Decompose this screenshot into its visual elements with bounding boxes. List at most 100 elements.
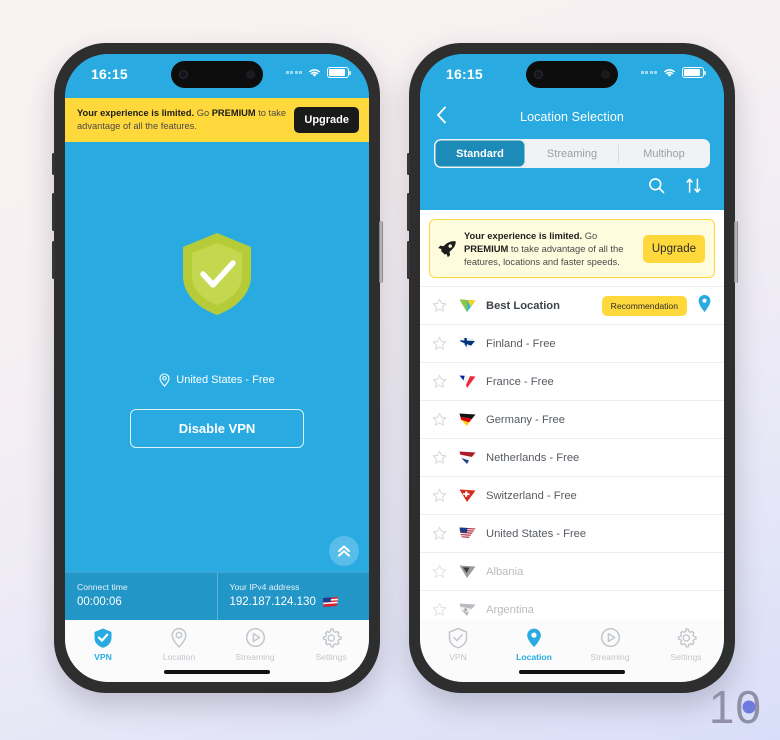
list-item[interactable]: Switzerland - Free xyxy=(420,476,724,514)
tab-location-label-right: Location xyxy=(516,651,552,662)
sort-button[interactable] xyxy=(685,177,702,199)
us-flag-icon xyxy=(458,526,486,542)
list-item[interactable]: United States - Free xyxy=(420,514,724,552)
signal-icon xyxy=(640,71,657,74)
tab-multihop[interactable]: Multihop xyxy=(618,139,710,168)
phone-left: 16:15 Your experience is limited. Go PRE… xyxy=(52,43,383,693)
favorite-star-icon[interactable] xyxy=(432,298,458,313)
signal-icon xyxy=(285,71,302,74)
front-camera-icon xyxy=(534,70,543,79)
list-item[interactable]: Best Location Recommendation xyxy=(420,286,724,324)
tab-standard[interactable]: Standard xyxy=(434,139,526,168)
list-item-label: Argentina xyxy=(486,603,534,616)
back-button[interactable] xyxy=(436,106,447,129)
status-time: 16:15 xyxy=(446,66,483,82)
tab-location-right[interactable]: Location xyxy=(496,627,572,662)
tabbar-left: VPN Location Streaming Settings xyxy=(65,619,369,664)
netherlands-flag-icon xyxy=(458,450,486,466)
disable-vpn-button[interactable]: Disable VPN xyxy=(130,408,304,448)
list-item[interactable]: Albania xyxy=(420,552,724,590)
finland-flag-icon xyxy=(458,336,486,352)
screen-location-selection: 16:15 Location Selection Standard Stream… xyxy=(420,54,724,682)
watermark: 10 xyxy=(709,684,762,730)
list-item[interactable]: France - Free xyxy=(420,362,724,400)
banner-mid-text: Go xyxy=(194,108,212,119)
tab-settings-right[interactable]: Settings xyxy=(648,627,724,662)
volume-up-button[interactable] xyxy=(407,193,410,231)
status-bar-right: 16:15 xyxy=(420,54,724,98)
tab-vpn-left[interactable]: VPN xyxy=(65,627,141,662)
upgrade-banner-right: Your experience is limited. Go PREMIUM t… xyxy=(429,219,715,279)
shield-icon xyxy=(448,627,468,649)
power-button[interactable] xyxy=(379,221,383,283)
status-icons xyxy=(285,67,351,78)
scroll-up-button[interactable] xyxy=(329,535,359,566)
favorite-star-icon[interactable] xyxy=(432,488,458,503)
screen-vpn: 16:15 Your experience is limited. Go PRE… xyxy=(65,54,369,682)
tab-streaming-label-right: Streaming xyxy=(590,651,630,662)
power-button[interactable] xyxy=(734,221,738,283)
list-item[interactable]: Argentina xyxy=(420,590,724,619)
switzerland-flag-icon xyxy=(458,488,486,504)
ip-address-row: 192.187.124.130 xyxy=(230,596,358,609)
ip-address-label: Your IPv4 address xyxy=(229,581,300,592)
tab-streaming[interactable]: Streaming xyxy=(526,139,618,168)
tab-streaming-left[interactable]: Streaming xyxy=(217,627,293,662)
map-pin-icon xyxy=(527,628,541,647)
battery-icon xyxy=(327,67,351,78)
upgrade-button-left[interactable]: Upgrade xyxy=(294,107,359,133)
volume-down-button[interactable] xyxy=(52,241,55,279)
list-item[interactable]: Finland - Free xyxy=(420,324,724,362)
favorite-star-icon[interactable] xyxy=(432,450,458,465)
best-location-flag-icon xyxy=(458,298,486,314)
favorite-star-icon[interactable] xyxy=(432,336,458,351)
promo-premium-text: PREMIUM xyxy=(464,243,509,255)
dynamic-island xyxy=(526,61,618,88)
tab-settings-label-left: Settings xyxy=(315,651,347,662)
favorite-star-icon[interactable] xyxy=(432,602,458,617)
list-item-label: Albania xyxy=(486,565,524,578)
banner-premium-text: PREMIUM xyxy=(211,108,256,119)
favorite-star-icon[interactable] xyxy=(432,412,458,427)
location-list: Best Location Recommendation Finland - F… xyxy=(420,286,724,619)
silent-switch[interactable] xyxy=(407,153,410,175)
tab-vpn-right[interactable]: VPN xyxy=(420,627,496,662)
battery-icon xyxy=(682,67,706,78)
list-item-label: Germany - Free xyxy=(486,413,565,426)
list-item[interactable]: Netherlands - Free xyxy=(420,438,724,476)
gear-icon xyxy=(322,627,342,647)
upgrade-banner-left: Your experience is limited. Go PREMIUM t… xyxy=(65,98,369,142)
list-item[interactable]: Germany - Free xyxy=(420,400,724,438)
silent-switch[interactable] xyxy=(52,153,55,175)
location-pin-icon[interactable] xyxy=(697,294,712,318)
vpn-center: United States - Free Disable VPN xyxy=(65,142,369,572)
promo-bold-text: Your experience is limited. xyxy=(464,230,583,241)
connect-time-label: Connect time xyxy=(77,581,128,592)
tab-streaming-right[interactable]: Streaming xyxy=(572,627,648,662)
tab-settings-left[interactable]: Settings xyxy=(293,627,369,662)
map-pin-icon xyxy=(159,373,170,387)
home-indicator-right[interactable] xyxy=(420,663,724,682)
upgrade-button-right[interactable]: Upgrade xyxy=(642,234,705,263)
map-pin-icon xyxy=(171,627,187,648)
navbar: Location Selection xyxy=(420,98,724,136)
banner-bold-text: Your experience is limited. xyxy=(77,108,195,119)
tab-location-left[interactable]: Location xyxy=(141,627,217,662)
favorite-star-icon[interactable] xyxy=(432,526,458,541)
favorite-star-icon[interactable] xyxy=(432,374,458,389)
status-badge: Recommendation xyxy=(601,295,687,316)
status-bar-left: 16:15 xyxy=(65,54,369,98)
favorite-star-icon[interactable] xyxy=(432,564,458,579)
home-indicator-left[interactable] xyxy=(65,663,369,682)
tabbar-right: VPN Location Streaming Settings xyxy=(420,619,724,664)
tab-settings-label-right: Settings xyxy=(670,651,702,662)
volume-down-button[interactable] xyxy=(407,241,410,279)
current-location: United States - Free xyxy=(159,373,275,387)
volume-up-button[interactable] xyxy=(52,193,55,231)
watermark-zero-wrap: 0 xyxy=(735,684,762,730)
search-button[interactable] xyxy=(648,177,665,199)
play-circle-icon xyxy=(245,627,265,647)
status-icons xyxy=(640,67,706,78)
wifi-icon xyxy=(309,69,320,77)
shield-check-icon xyxy=(178,230,256,323)
